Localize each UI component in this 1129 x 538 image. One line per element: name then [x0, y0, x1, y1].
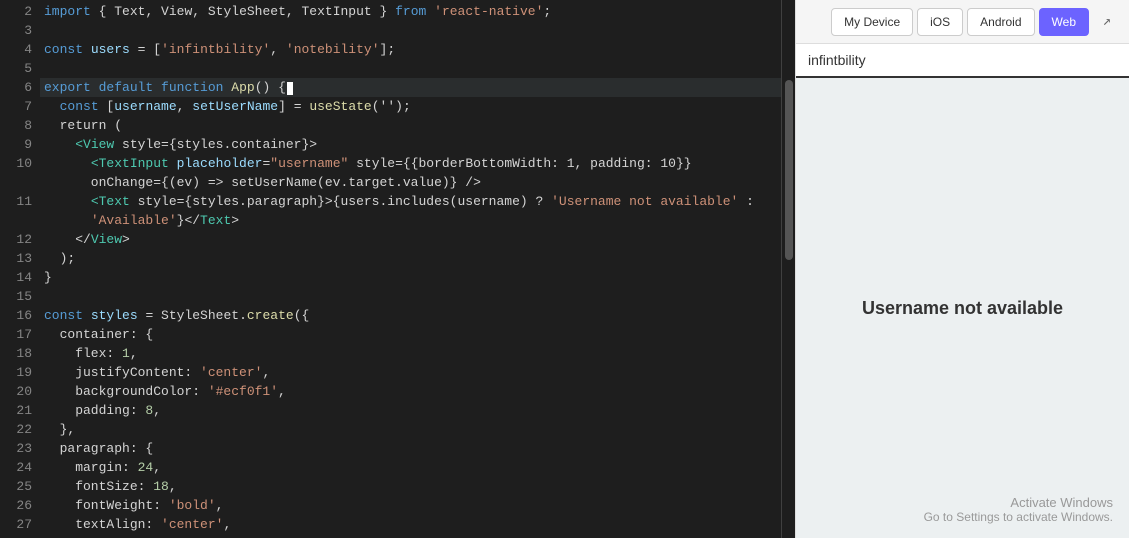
code-line: export default function App() { [40, 78, 781, 97]
preview-message: Username not available [862, 298, 1063, 319]
code-line: margin: 24, [40, 458, 781, 477]
code-line: textAlign: 'center', [40, 515, 781, 534]
preview-toolbar: My Device iOS Android Web ↗ [796, 0, 1129, 44]
ios-button[interactable]: iOS [917, 8, 963, 36]
code-line [40, 59, 781, 78]
code-line: <Text style={styles.paragraph}>{users.in… [40, 192, 781, 211]
code-line [40, 21, 781, 40]
line-numbers: 2 3 4 5 6 7 8 9 10 11 12 13 14 15 16 17 … [0, 0, 40, 538]
activate-windows-title: Activate Windows [924, 495, 1113, 510]
preview-panel: My Device iOS Android Web ↗ infintbility… [795, 0, 1129, 538]
code-line: flex: 1, [40, 344, 781, 363]
code-line: paragraph: { [40, 439, 781, 458]
external-link-icon[interactable]: ↗ [1093, 8, 1121, 36]
code-line: return ( [40, 116, 781, 135]
preview-main: Username not available [796, 78, 1129, 538]
scrollbar-thumb[interactable] [785, 80, 793, 260]
code-line: } [40, 268, 781, 287]
activate-windows-sub: Go to Settings to activate Windows. [924, 510, 1113, 524]
code-line: const styles = StyleSheet.create({ [40, 306, 781, 325]
scrollbar[interactable] [781, 0, 795, 538]
editor-panel: 2 3 4 5 6 7 8 9 10 11 12 13 14 15 16 17 … [0, 0, 795, 538]
preview-input-value: infintbility [808, 52, 1117, 68]
code-line: container: { [40, 325, 781, 344]
android-button[interactable]: Android [967, 8, 1034, 36]
web-button[interactable]: Web [1039, 8, 1089, 36]
code-line: const users = ['infintbility', 'notebili… [40, 40, 781, 59]
my-device-button[interactable]: My Device [831, 8, 913, 36]
code-line: onChange={(ev) => setUserName(ev.target.… [40, 173, 781, 192]
code-line: 'Available'}</Text> [40, 211, 781, 230]
code-line: ); [40, 249, 781, 268]
code-line: <TextInput placeholder="username" style=… [40, 154, 781, 173]
code-line: fontSize: 18, [40, 477, 781, 496]
code-line: padding: 8, [40, 401, 781, 420]
code-line: <View style={styles.container}> [40, 135, 781, 154]
activate-windows: Activate Windows Go to Settings to activ… [924, 495, 1113, 524]
preview-input-area: infintbility [796, 44, 1129, 78]
code-line: import { Text, View, StyleSheet, TextInp… [40, 2, 781, 21]
code-line: const [username, setUserName] = useState… [40, 97, 781, 116]
code-line: backgroundColor: '#ecf0f1', [40, 382, 781, 401]
preview-content: infintbility Username not available Acti… [796, 44, 1129, 538]
code-line: }, [40, 420, 781, 439]
code-content[interactable]: import { Text, View, StyleSheet, TextInp… [40, 0, 781, 538]
code-line: justifyContent: 'center', [40, 363, 781, 382]
code-line [40, 287, 781, 306]
code-line: fontWeight: 'bold', [40, 496, 781, 515]
code-line: </View> [40, 230, 781, 249]
